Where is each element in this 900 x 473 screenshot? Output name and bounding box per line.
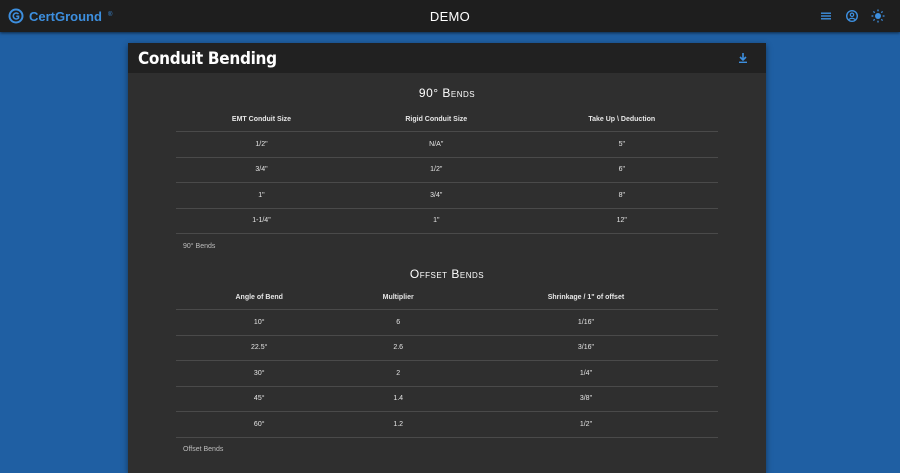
table-cell: 3/4" [176, 157, 347, 183]
table-caption: Offset Bends [183, 445, 224, 453]
table-cell: 1-1/4" [176, 208, 347, 234]
table-cell: 2.6 [342, 335, 454, 361]
table-cell: 1/2" [346, 157, 526, 183]
table-row: 22.5° 2.6 3/16" [176, 335, 718, 361]
column-header: Angle of Bend [176, 285, 343, 310]
table-offset-bends: Angle of Bend Multiplier Shrinkage / 1" … [176, 285, 718, 438]
download-icon[interactable] [736, 51, 750, 65]
table-header-row: Angle of Bend Multiplier Shrinkage / 1" … [176, 285, 718, 310]
table-row: 1-1/4" 1" 12" [176, 208, 718, 234]
table-row: 10° 6 1/16" [176, 309, 718, 336]
table-cell: 1/4" [453, 360, 718, 387]
column-header: EMT Conduit Size [176, 107, 347, 132]
table-cell: 5" [525, 131, 718, 158]
app-title: DEMO [429, 9, 471, 24]
table-cell: 6" [525, 157, 718, 183]
table-caption: 90° Bends [183, 243, 216, 250]
table-cell: 1" [176, 182, 347, 209]
table-row: 60° 1.2 1/2" [176, 411, 718, 438]
table-cell: 8" [525, 182, 718, 209]
table-cell: 1.2 [342, 411, 454, 438]
table-row: 1/2" N/A" 5" [176, 131, 718, 158]
table-row: 1" 3/4" 8" [176, 182, 718, 209]
toolbar-icons [818, 8, 886, 24]
column-header: Shrinkage / 1" of offset [453, 285, 718, 310]
table-cell: 1/16" [453, 309, 718, 336]
column-header: Rigid Conduit Size [346, 107, 526, 132]
table-cell: 3/16" [453, 335, 718, 361]
table-cell: 1/2" [176, 131, 347, 158]
column-header: Take Up \ Deduction [525, 107, 718, 132]
table-cell: 30° [176, 360, 343, 387]
section-title-offset-bends: Offset Bends [409, 267, 485, 281]
table-header-row: EMT Conduit Size Rigid Conduit Size Take… [176, 107, 718, 132]
card-title: Conduit Bending [138, 49, 277, 69]
table-cell: 3/8" [453, 386, 718, 412]
table-cell: 1/2" [453, 411, 718, 438]
table-cell: 6 [342, 309, 454, 336]
section-title-90-bends: 90° Bends [418, 86, 476, 100]
table-cell: 22.5° [176, 335, 343, 361]
table-cell: 60° [176, 411, 343, 438]
table-row: 30° 2 1/4" [176, 360, 718, 387]
column-header: Multiplier [342, 285, 454, 310]
menu-icon[interactable] [818, 8, 834, 24]
app-bar: CertGround ® DEMO [0, 0, 900, 32]
table-cell: 45° [176, 386, 343, 412]
table-row: 3/4" 1/2" 6" [176, 157, 718, 183]
table-row: 45° 1.4 3/8" [176, 386, 718, 412]
table-cell: 12" [525, 208, 718, 234]
account-circle-icon[interactable] [844, 8, 860, 24]
table-90-bends: EMT Conduit Size Rigid Conduit Size Take… [176, 107, 718, 234]
table-cell: 2 [342, 360, 454, 387]
table-cell: N/A" [346, 131, 526, 158]
table-cell: 1" [346, 208, 526, 234]
conduit-bending-card: Conduit Bending 90° Bends EMT Conduit Si… [128, 43, 766, 473]
table-cell: 1.4 [342, 386, 454, 412]
table-cell: 3/4" [346, 182, 526, 209]
card-header: Conduit Bending [128, 43, 766, 73]
brightness-icon[interactable] [870, 8, 886, 24]
table-cell: 10° [176, 309, 343, 336]
